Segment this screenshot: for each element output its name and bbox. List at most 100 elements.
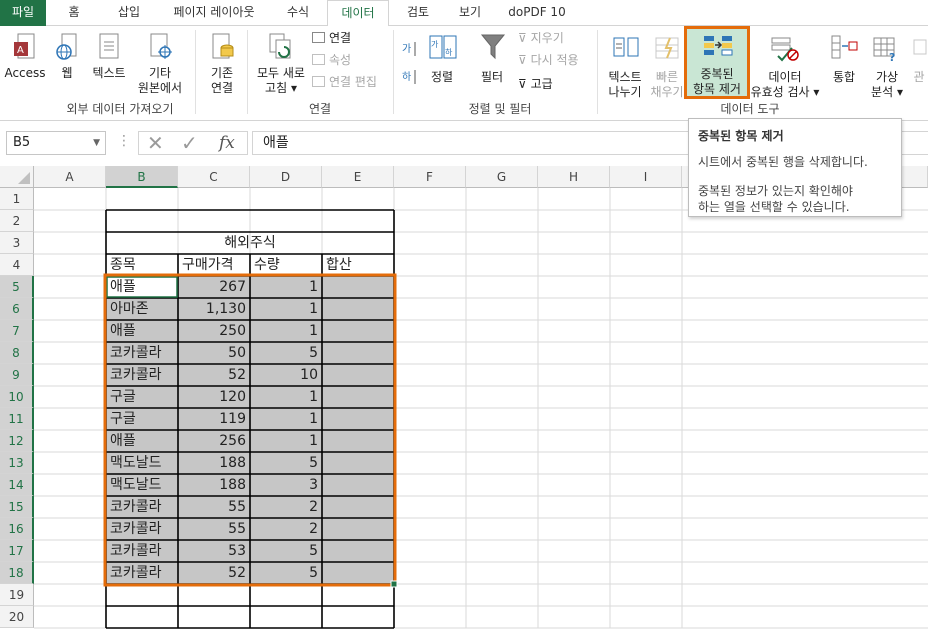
quantity-cell[interactable]: 1 xyxy=(250,320,322,342)
stock-name-cell[interactable]: 구글 xyxy=(106,386,178,408)
quantity-cell[interactable]: 1 xyxy=(250,298,322,320)
total-cell[interactable] xyxy=(322,298,394,320)
from-text-button[interactable]: 텍스트 xyxy=(86,30,132,96)
relationships-button[interactable]: 관 xyxy=(910,30,928,96)
quantity-cell[interactable]: 2 xyxy=(250,518,322,540)
stock-name-cell[interactable]: 코카콜라 xyxy=(106,496,178,518)
purchase-price-cell[interactable]: 50 xyxy=(178,342,250,364)
worksheet-grid[interactable]: ABCDEFGHI 1 2 3 4 5 6 7 8 9 10 11 12 13 14 15 16 17 18 19 2… xyxy=(0,166,928,635)
quantity-cell[interactable]: 10 xyxy=(250,364,322,386)
properties-button[interactable]: 속성 xyxy=(312,52,351,68)
tooltip-line-2: 중복된 정보가 있는지 확인해야 xyxy=(698,184,853,198)
stock-name-cell[interactable]: 아마존 xyxy=(106,298,178,320)
what-if-analysis-button[interactable]: ? 가상 분석 ▾ xyxy=(866,30,908,99)
purchase-price-cell[interactable]: 120 xyxy=(178,386,250,408)
stock-name-cell[interactable]: 코카콜라 xyxy=(106,562,178,584)
purchase-price-cell[interactable]: 52 xyxy=(178,562,250,584)
quantity-cell[interactable]: 3 xyxy=(250,474,322,496)
total-cell[interactable] xyxy=(322,474,394,496)
name-box[interactable]: B5 ▼ xyxy=(6,131,106,155)
sort-az-icon[interactable]: 가하 xyxy=(400,38,420,88)
refresh-all-button[interactable]: 모두 새로 고침 ▾ xyxy=(252,30,310,96)
quantity-cell[interactable]: 2 xyxy=(250,496,322,518)
total-cell[interactable] xyxy=(322,540,394,562)
quantity-cell[interactable]: 1 xyxy=(250,408,322,430)
total-cell[interactable] xyxy=(322,430,394,452)
stock-name-cell[interactable]: 코카콜라 xyxy=(106,364,178,386)
text-to-columns-button[interactable]: 텍스트 나누기 xyxy=(602,30,648,99)
stock-name-cell[interactable]: 맥도날드 xyxy=(106,452,178,474)
stock-name-cell[interactable]: 코카콜라 xyxy=(106,518,178,540)
quantity-cell[interactable]: 1 xyxy=(250,386,322,408)
total-cell[interactable] xyxy=(322,496,394,518)
quantity-cell[interactable]: 1 xyxy=(250,430,322,452)
total-cell[interactable] xyxy=(322,276,394,298)
stock-name-cell[interactable]: 코카콜라 xyxy=(106,342,178,364)
total-cell[interactable] xyxy=(322,518,394,540)
header-cell[interactable]: 합산 xyxy=(322,254,394,276)
header-cell[interactable]: 구매가격 xyxy=(178,254,250,276)
quantity-cell[interactable]: 1 xyxy=(250,276,322,298)
tab-review[interactable]: 검토 xyxy=(394,0,442,26)
sheet-title-cell[interactable]: 해외주식 xyxy=(106,232,394,254)
clear-filter-button[interactable]: ⊽ 지우기 xyxy=(518,30,564,46)
reapply-button[interactable]: ⊽ 다시 적용 xyxy=(518,52,579,68)
total-cell[interactable] xyxy=(322,562,394,584)
cancel-icon[interactable]: ✕ xyxy=(147,132,164,154)
access-button[interactable]: A Access xyxy=(4,30,46,96)
connections-button[interactable]: 연결 xyxy=(312,30,351,46)
more-options-icon[interactable]: ⋮ xyxy=(117,133,131,149)
total-cell[interactable] xyxy=(322,342,394,364)
quantity-cell[interactable]: 5 xyxy=(250,452,322,474)
purchase-price-cell[interactable]: 188 xyxy=(178,452,250,474)
enter-check-icon[interactable]: ✓ xyxy=(181,132,198,154)
header-cell[interactable]: 종목 xyxy=(106,254,178,276)
flash-fill-button[interactable]: 빠른 채우기 xyxy=(648,30,686,99)
purchase-price-cell[interactable]: 250 xyxy=(178,320,250,342)
tab-insert[interactable]: 삽입 xyxy=(105,0,153,26)
stock-name-cell[interactable]: 코카콜라 xyxy=(106,540,178,562)
purchase-price-cell[interactable]: 256 xyxy=(178,430,250,452)
consolidate-button[interactable]: 통합 xyxy=(822,30,866,96)
tab-formulas[interactable]: 수식 xyxy=(276,0,320,26)
from-web-button[interactable]: 웹 xyxy=(50,30,84,96)
existing-connections-button[interactable]: 기존 연결 xyxy=(200,30,244,96)
stock-name-cell[interactable]: 애플 xyxy=(106,430,178,452)
remove-duplicates-button[interactable]: 중복된 항목 제거 xyxy=(684,26,750,99)
stock-name-cell[interactable]: 구글 xyxy=(106,408,178,430)
quantity-cell[interactable]: 5 xyxy=(250,342,322,364)
insert-function-icon[interactable]: fx xyxy=(219,132,235,154)
purchase-price-cell[interactable]: 119 xyxy=(178,408,250,430)
tab-view[interactable]: 보기 xyxy=(448,0,492,26)
purchase-price-cell[interactable]: 55 xyxy=(178,496,250,518)
tab-home[interactable]: 홈 xyxy=(56,0,92,26)
other-sources-button[interactable]: 기타 원본에서 xyxy=(134,30,186,96)
sort-button[interactable]: 가하 정렬 xyxy=(422,30,462,96)
tab-data[interactable]: 데이터 xyxy=(327,0,389,27)
tab-dopdf[interactable]: doPDF 10 xyxy=(500,0,574,26)
tab-file[interactable]: 파일 xyxy=(0,0,46,26)
quantity-cell[interactable]: 5 xyxy=(250,562,322,584)
tab-page-layout[interactable]: 페이지 레이아웃 xyxy=(162,0,266,26)
data-validation-button[interactable]: 데이터 유효성 검사 ▾ xyxy=(750,30,820,99)
edit-links-button[interactable]: 연결 편집 xyxy=(312,74,377,90)
filter-button[interactable]: 필터 xyxy=(472,30,512,96)
total-cell[interactable] xyxy=(322,320,394,342)
total-cell[interactable] xyxy=(322,386,394,408)
stock-name-cell[interactable]: 애플 xyxy=(106,276,178,298)
advanced-filter-button[interactable]: ⊽ 고급 xyxy=(518,76,553,92)
purchase-price-cell[interactable]: 52 xyxy=(178,364,250,386)
header-cell[interactable]: 수량 xyxy=(250,254,322,276)
stock-name-cell[interactable]: 애플 xyxy=(106,320,178,342)
purchase-price-cell[interactable]: 53 xyxy=(178,540,250,562)
chevron-down-icon[interactable]: ▼ xyxy=(93,132,100,154)
quantity-cell[interactable]: 5 xyxy=(250,540,322,562)
stock-name-cell[interactable]: 맥도날드 xyxy=(106,474,178,496)
total-cell[interactable] xyxy=(322,364,394,386)
purchase-price-cell[interactable]: 55 xyxy=(178,518,250,540)
total-cell[interactable] xyxy=(322,452,394,474)
purchase-price-cell[interactable]: 188 xyxy=(178,474,250,496)
total-cell[interactable] xyxy=(322,408,394,430)
purchase-price-cell[interactable]: 1,130 xyxy=(178,298,250,320)
purchase-price-cell[interactable]: 267 xyxy=(178,276,250,298)
